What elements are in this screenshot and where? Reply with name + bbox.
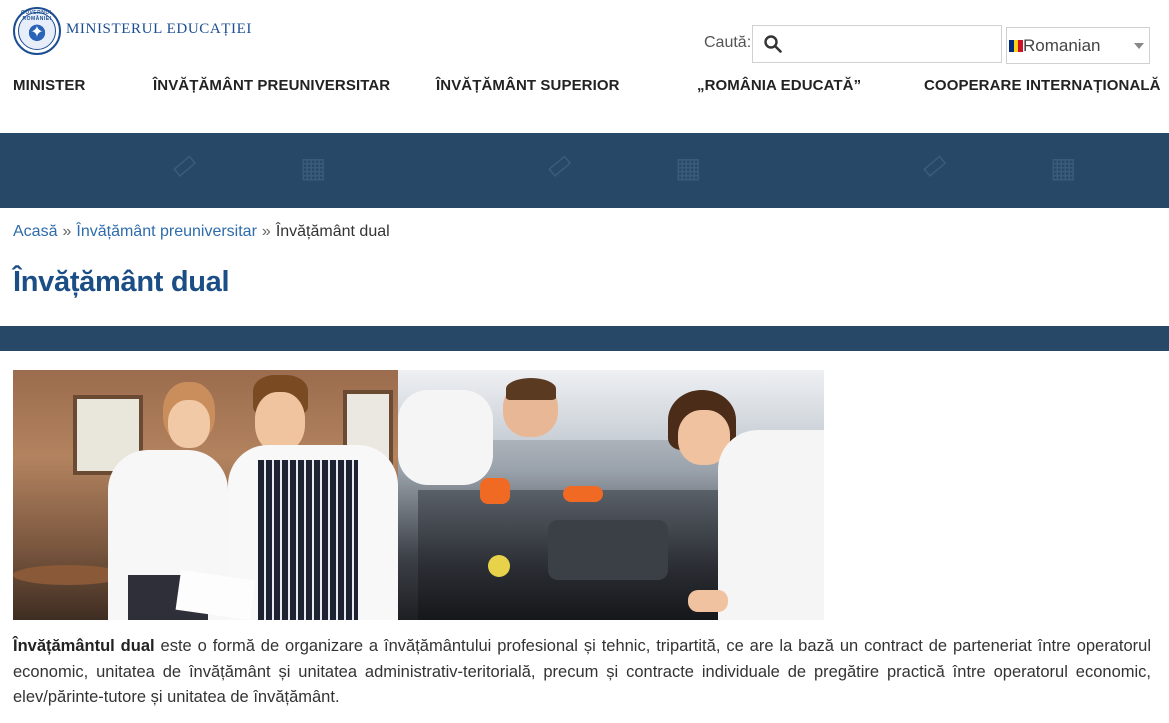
breadcrumb-home[interactable]: Acasă bbox=[13, 223, 57, 240]
language-select[interactable]: Romanian bbox=[1006, 27, 1150, 64]
breadcrumb-current: Învățământ dual bbox=[275, 223, 390, 240]
page-title: Învățământ dual bbox=[13, 266, 230, 298]
ruler-icon: ▭ bbox=[162, 143, 204, 186]
chevron-down-icon bbox=[1134, 43, 1144, 49]
intro-paragraph: Învățământul dual este o formă de organi… bbox=[13, 634, 1151, 711]
intro-text: este o formă de organizare a învățământu… bbox=[13, 637, 1152, 706]
romania-flag-icon bbox=[1009, 39, 1024, 52]
search-box[interactable] bbox=[752, 25, 1002, 63]
intro-bold: Învățământul dual bbox=[13, 637, 155, 655]
breadcrumb-parent[interactable]: Învățământ preuniversitar bbox=[76, 223, 257, 240]
main-nav: MINISTER ÎNVĂȚĂMÂNT PREUNIVERSITAR ÎNVĂȚ… bbox=[0, 77, 1169, 97]
ministry-logo[interactable]: GUVERNUL ROMÂNIEI ✦ MINISTERUL EDUCAȚIEI bbox=[13, 7, 252, 55]
header-banner: ▭ ▦ ▭ ▦ ▭ ▦ bbox=[0, 133, 1169, 208]
calculator-icon: ▦ bbox=[675, 151, 702, 184]
nav-item-superior[interactable]: ÎNVĂȚĂMÂNT SUPERIOR bbox=[436, 77, 620, 94]
search-input[interactable] bbox=[782, 26, 1001, 62]
nav-item-cooperare[interactable]: COOPERARE INTERNAȚIONALĂ bbox=[924, 77, 1161, 94]
nav-item-preuniversitar[interactable]: ÎNVĂȚĂMÂNT PREUNIVERSITAR bbox=[153, 77, 390, 94]
ministry-name: MINISTERUL EDUCAȚIEI bbox=[66, 21, 253, 37]
language-selected: Romanian bbox=[1023, 35, 1101, 55]
nav-item-minister[interactable]: MINISTER bbox=[13, 77, 85, 94]
ruler-icon: ▭ bbox=[912, 143, 954, 186]
divider-band bbox=[0, 326, 1169, 351]
government-seal-icon: GUVERNUL ROMÂNIEI ✦ bbox=[13, 7, 61, 55]
photo-waiters bbox=[13, 370, 398, 620]
search-label: Caută: bbox=[704, 34, 752, 51]
nav-item-romania-educata[interactable]: „ROMÂNIA EDUCATĂ” bbox=[697, 77, 861, 94]
breadcrumb: Acasă» Învățământ preuniversitar» Învățămâ… bbox=[13, 223, 390, 240]
photo-mechanics bbox=[398, 370, 824, 620]
search-icon bbox=[764, 35, 782, 53]
hero-image bbox=[13, 370, 824, 620]
calculator-icon: ▦ bbox=[300, 151, 327, 184]
calculator-icon: ▦ bbox=[1050, 151, 1077, 184]
ruler-icon: ▭ bbox=[537, 143, 579, 186]
